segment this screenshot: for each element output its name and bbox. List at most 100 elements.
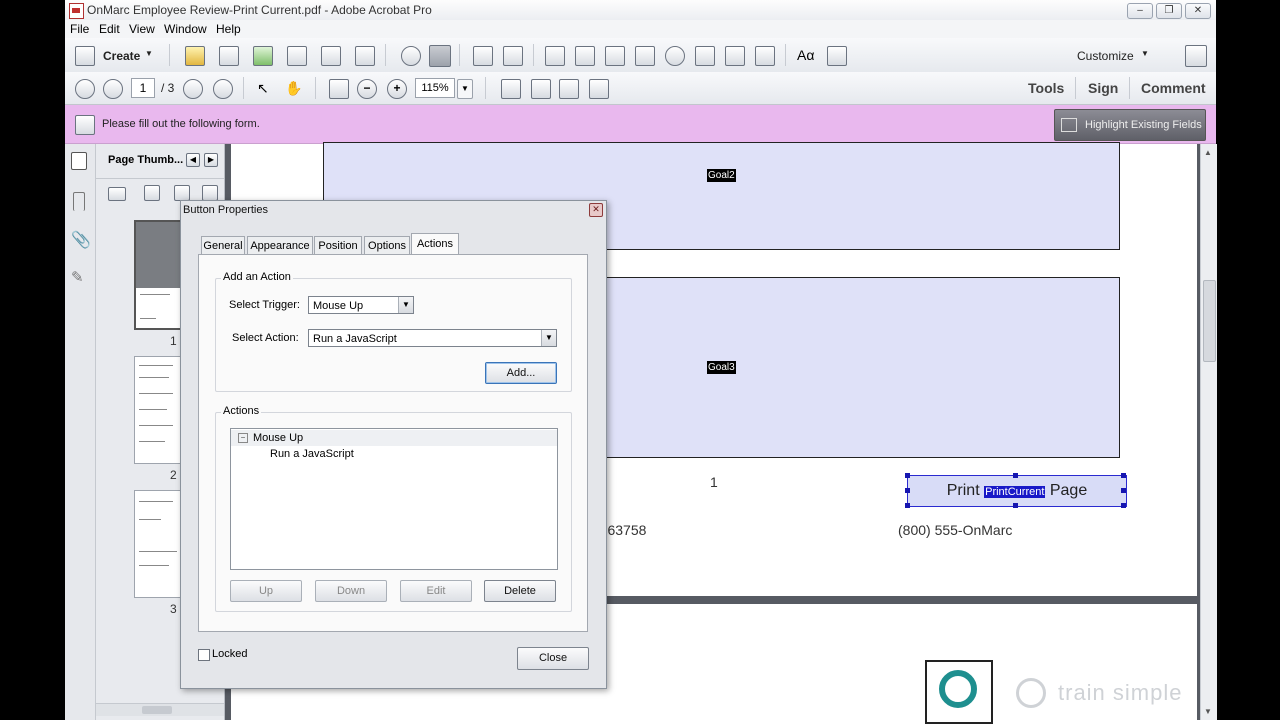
page-thumbnail-2[interactable]: [134, 356, 182, 464]
expand-icon[interactable]: [1185, 45, 1207, 67]
signatures-icon[interactable]: ✎: [71, 268, 89, 286]
dialog-title: Button Properties: [183, 204, 268, 216]
hand-tool-icon[interactable]: ✋: [285, 79, 303, 97]
customize-dropdown-icon[interactable]: ▼: [1141, 49, 1149, 58]
resize-handle-mr[interactable]: [1121, 488, 1126, 493]
tab-options[interactable]: Options: [364, 236, 410, 255]
menu-edit[interactable]: Edit: [99, 22, 120, 36]
single-page-view-icon[interactable]: [559, 79, 579, 99]
collapse-panel-icon[interactable]: ◀: [186, 153, 200, 167]
dropdown-tool-icon[interactable]: [725, 46, 745, 66]
select-cursor-icon[interactable]: ↖: [257, 79, 275, 97]
page-thumbnail-3[interactable]: [134, 490, 182, 598]
select-action-dropdown[interactable]: Run a JavaScript ▼: [308, 329, 557, 347]
edit-text-icon[interactable]: [473, 46, 493, 66]
resize-handle-tl[interactable]: [905, 473, 910, 478]
thumbnail-text-line: [139, 551, 177, 552]
insert-pages-icon[interactable]: [174, 185, 190, 201]
button-tool-icon[interactable]: [755, 46, 775, 66]
tab-actions[interactable]: Actions: [411, 233, 459, 256]
thumbnail-horizontal-scrollbar[interactable]: [96, 703, 224, 716]
edit-action-button[interactable]: Edit: [400, 580, 472, 602]
next-page-icon[interactable]: [103, 79, 123, 99]
tools-pane-button[interactable]: Tools: [1028, 80, 1064, 96]
bookmarks-icon[interactable]: [73, 192, 85, 211]
previous-page-icon[interactable]: [75, 79, 95, 99]
locked-checkbox[interactable]: [198, 649, 210, 661]
text-field-icon[interactable]: [605, 46, 625, 66]
resize-handle-tm[interactable]: [1013, 473, 1018, 478]
create-dropdown-icon[interactable]: ▼: [145, 49, 153, 58]
maximize-button[interactable]: ❐: [1156, 3, 1182, 19]
add-action-button[interactable]: Add...: [485, 362, 557, 384]
menu-view[interactable]: View: [129, 22, 155, 36]
last-page-icon[interactable]: [213, 79, 233, 99]
zoom-dropdown-icon[interactable]: ▼: [457, 79, 473, 99]
edit-document-icon[interactable]: [321, 46, 341, 66]
zoom-level-input[interactable]: 115%: [415, 78, 455, 98]
attachments-icon[interactable]: 📎: [71, 230, 91, 249]
actions-tree-list[interactable]: − Mouse Up Run a JavaScript: [230, 428, 558, 570]
select-object-tool-icon[interactable]: [429, 45, 451, 67]
window-close-button[interactable]: ✕: [1185, 3, 1211, 19]
field-properties-icon[interactable]: [827, 46, 847, 66]
delete-action-button[interactable]: Delete: [484, 580, 556, 602]
menu-file[interactable]: File: [70, 22, 89, 36]
fit-width-icon[interactable]: [531, 79, 551, 99]
two-page-view-icon[interactable]: [589, 79, 609, 99]
thumbnail-options-icon[interactable]: [108, 187, 126, 201]
tab-general[interactable]: General: [201, 236, 245, 255]
page-properties-icon[interactable]: [202, 185, 218, 201]
tree-action-item[interactable]: Run a JavaScript: [270, 448, 354, 460]
page-number-input[interactable]: 1: [131, 78, 155, 98]
move-up-button[interactable]: Up: [230, 580, 302, 602]
form-wizard-icon[interactable]: [545, 46, 565, 66]
fit-page-icon[interactable]: [501, 79, 521, 99]
menu-help[interactable]: Help: [216, 22, 241, 36]
tab-appearance[interactable]: Appearance: [247, 236, 313, 255]
list-box-tool-icon[interactable]: [695, 46, 715, 66]
upload-cloud-icon[interactable]: [253, 46, 273, 66]
resize-handle-bm[interactable]: [1013, 503, 1018, 508]
page-thumbnails-icon[interactable]: [71, 152, 87, 170]
dialog-close-button[interactable]: Close: [517, 647, 589, 670]
save-icon[interactable]: [219, 46, 239, 66]
comment-pane-button[interactable]: Comment: [1141, 80, 1206, 96]
customize-button[interactable]: Customize: [1077, 49, 1134, 63]
tab-position[interactable]: Position: [314, 236, 362, 255]
create-button[interactable]: Create: [103, 49, 140, 63]
move-down-button[interactable]: Down: [315, 580, 387, 602]
scroll-thumb[interactable]: [142, 706, 172, 714]
highlight-existing-fields-button[interactable]: Highlight Existing Fields: [1054, 109, 1206, 141]
marquee-zoom-icon[interactable]: [329, 79, 349, 99]
collapse-tree-icon[interactable]: −: [238, 433, 248, 443]
delete-pages-icon[interactable]: [144, 185, 160, 201]
radio-button-tool-icon[interactable]: [665, 46, 685, 66]
email-icon[interactable]: [355, 46, 375, 66]
page-thumbnail-1[interactable]: [134, 220, 184, 330]
document-vertical-scrollbar[interactable]: ▲ ▼: [1200, 144, 1217, 720]
form-edit-icon[interactable]: [575, 46, 595, 66]
zoom-in-icon[interactable]: +: [387, 79, 407, 99]
resize-handle-ml[interactable]: [905, 488, 910, 493]
minimize-button[interactable]: –: [1127, 3, 1153, 19]
text-field-tool-icon[interactable]: [503, 46, 523, 66]
open-folder-icon[interactable]: [185, 46, 205, 66]
tree-trigger-item[interactable]: Mouse Up: [253, 432, 303, 444]
font-size-icon[interactable]: Aα: [797, 46, 815, 64]
checkbox-tool-icon[interactable]: [635, 46, 655, 66]
panel-forward-icon[interactable]: ▶: [204, 153, 218, 167]
first-page-icon[interactable]: [183, 79, 203, 99]
settings-gear-icon[interactable]: [401, 46, 421, 66]
menu-window[interactable]: Window: [164, 22, 207, 36]
sign-pane-button[interactable]: Sign: [1088, 80, 1118, 96]
resize-handle-tr[interactable]: [1121, 473, 1126, 478]
resize-handle-br[interactable]: [1121, 503, 1126, 508]
zoom-out-icon[interactable]: −: [357, 79, 377, 99]
print-icon[interactable]: [287, 46, 307, 66]
select-trigger-dropdown[interactable]: Mouse Up ▼: [308, 296, 414, 314]
scrollbar-thumb[interactable]: [1203, 280, 1216, 362]
dialog-close-icon[interactable]: ✕: [589, 203, 603, 217]
resize-handle-bl[interactable]: [905, 503, 910, 508]
scroll-up-icon[interactable]: ▲: [1204, 148, 1212, 157]
